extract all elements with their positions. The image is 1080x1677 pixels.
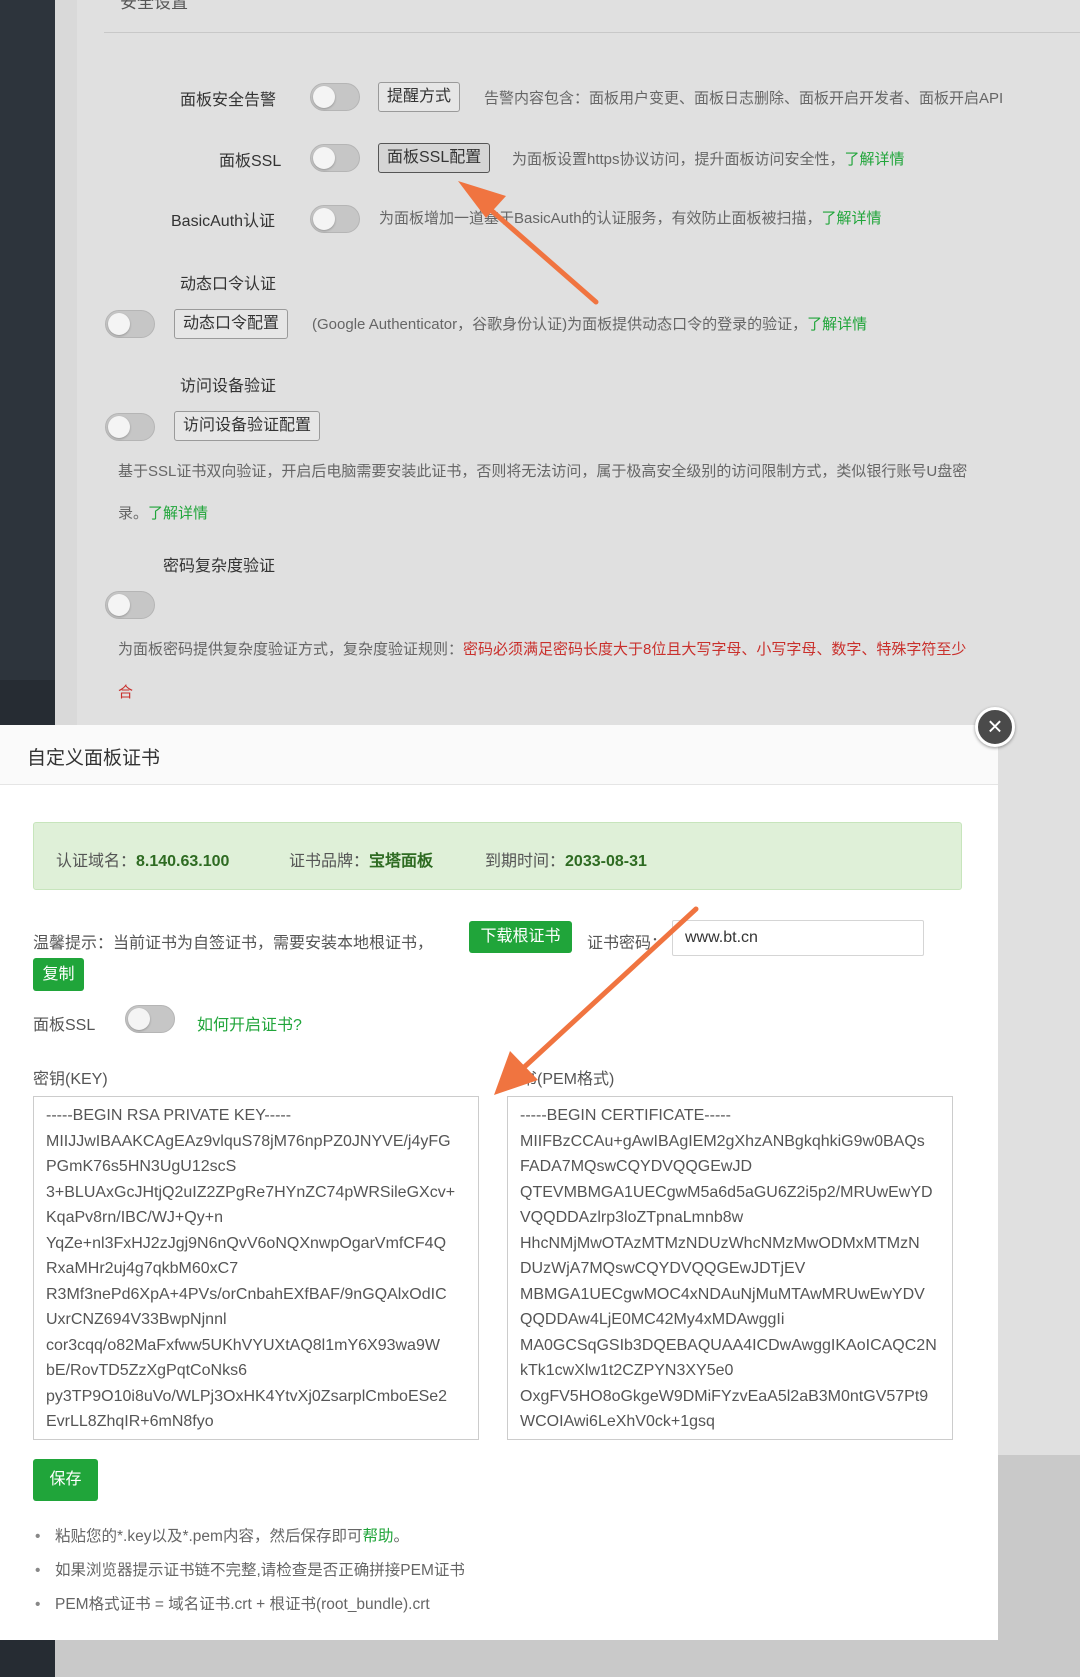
basicauth-learn-more[interactable]: 了解详情 [822, 210, 882, 227]
cert-textarea[interactable]: -----BEGIN CERTIFICATE----- MIIFBzCCAu+g… [507, 1096, 953, 1440]
panel-ssl-toggle-bg[interactable] [310, 144, 360, 172]
device-verify-desc-2: 录。了解详情 [118, 505, 209, 522]
device-verify-desc: 基于SSL证书双向验证，开启后电脑需要安装此证书，否则将无法访问，属于极高安全级… [118, 463, 968, 480]
panel-ssl-label: 面板SSL [219, 153, 282, 170]
how-to-enable-cert-link[interactable]: 如何开启证书? [197, 1011, 302, 1035]
key-textarea[interactable]: -----BEGIN RSA PRIVATE KEY----- MIIJJwIB… [33, 1096, 479, 1440]
note-item: 如果浏览器提示证书链不完整,请检查是否正确拼接PEM证书 [33, 1554, 465, 1588]
alert-method-button[interactable]: 提醒方式 [378, 82, 461, 112]
save-button[interactable]: 保存 [33, 1459, 98, 1501]
copy-password-button[interactable]: 复制 [33, 958, 84, 991]
panel-alert-desc: 告警内容包含：面板用户变更、面板日志删除、面板开启开发者、面板开启API [484, 90, 1004, 107]
cert-password-label: 证书密码： [587, 935, 668, 952]
modal-title: 自定义面板证书 [27, 748, 161, 769]
note-item: PEM格式证书 = 域名证书.crt + 根证书(root_bundle).cr… [33, 1588, 465, 1622]
cert-expire: 到期时间：2033-08-31 [485, 853, 647, 870]
cert-domain: 认证域名：8.140.63.100 [56, 853, 230, 870]
totp-toggle[interactable] [105, 310, 155, 338]
device-verify-toggle[interactable] [105, 413, 155, 441]
panel-ssl-learn-more[interactable]: 了解详情 [845, 151, 905, 168]
modal-header: 自定义面板证书 [0, 725, 998, 785]
cert-password-input[interactable]: www.bt.cn [672, 920, 924, 956]
password-complexity-toggle[interactable] [105, 591, 155, 619]
basicauth-label: BasicAuth认证 [171, 213, 276, 230]
totp-learn-more[interactable]: 了解详情 [807, 316, 867, 333]
password-complexity-label: 密码复杂度验证 [163, 558, 276, 575]
notes-list: 粘贴您的*.key以及*.pem内容，然后保存即可帮助。 如果浏览器提示证书链不… [33, 1520, 465, 1622]
password-complexity-desc: 为面板密码提供复杂度验证方式，复杂度验证规则：密码必须满足密码长度大于8位且大写… [118, 641, 967, 658]
note-item: 粘贴您的*.key以及*.pem内容，然后保存即可帮助。 [33, 1520, 465, 1554]
device-verify-config-button[interactable]: 访问设备验证配置 [174, 411, 321, 441]
section-divider [104, 32, 1080, 33]
download-root-cert-button[interactable]: 下载根证书 [469, 921, 572, 953]
panel-ssl-label-modal: 面板SSL [33, 1017, 96, 1034]
cert-label: 证书(PEM格式) [505, 1071, 615, 1088]
totp-label: 动态口令认证 [180, 276, 277, 293]
device-verify-learn-more[interactable]: 了解详情 [148, 505, 208, 522]
password-complexity-desc-2: 合 [118, 684, 134, 701]
key-label: 密钥(KEY) [33, 1071, 108, 1088]
section-title: 安全设置 [120, 0, 188, 12]
panel-ssl-toggle[interactable] [125, 1005, 175, 1033]
cert-info-box: 认证域名：8.140.63.100 证书品牌：宝塔面板 到期时间：2033-08… [33, 822, 962, 890]
cert-brand: 证书品牌：宝塔面板 [289, 853, 434, 870]
custom-cert-modal: 自定义面板证书 认证域名：8.140.63.100 证书品牌：宝塔面板 到期时间… [0, 725, 998, 1640]
totp-desc: (Google Authenticator，谷歌身份认证)为面板提供动态口令的登… [312, 316, 868, 333]
help-link[interactable]: 帮助 [362, 1528, 393, 1545]
device-verify-label: 访问设备验证 [180, 378, 277, 395]
panel-ssl-desc: 为面板设置https协议访问，提升面板访问安全性，了解详情 [512, 151, 905, 168]
panel-alert-toggle[interactable] [310, 83, 360, 111]
basicauth-toggle[interactable] [310, 205, 360, 233]
close-icon[interactable]: × [975, 707, 1015, 747]
self-signed-tip: 温馨提示：当前证书为自签证书，需要安装本地根证书， [33, 935, 434, 952]
panel-ssl-config-button[interactable]: 面板SSL配置 [378, 143, 491, 173]
basicauth-desc: 为面板增加一道基于BasicAuth的认证服务，有效防止面板被扫描，了解详情 [379, 210, 882, 227]
totp-config-button[interactable]: 动态口令配置 [174, 309, 289, 339]
panel-alert-label: 面板安全告警 [180, 92, 277, 109]
